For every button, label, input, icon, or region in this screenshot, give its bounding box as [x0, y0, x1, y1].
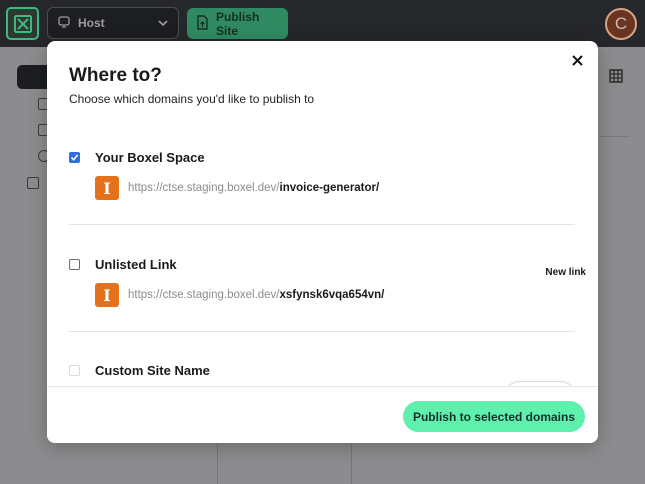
new-link-button[interactable]: New link: [545, 267, 586, 278]
user-avatar[interactable]: C: [605, 8, 637, 40]
url-base: https://ctse.staging.boxel.dev/: [128, 289, 280, 301]
sidebar-copy-icon: [27, 177, 39, 189]
close-icon: [571, 53, 583, 71]
option-custom-site-name: Custom Site Name: [69, 362, 575, 378]
custom-site-checkbox[interactable]: [69, 364, 80, 376]
modal-title: Where to?: [69, 65, 162, 86]
unlisted-link-label: Unlisted Link: [95, 256, 177, 272]
close-button[interactable]: [568, 53, 586, 71]
publish-modal: Where to? Choose which domains you'd lik…: [47, 41, 598, 443]
url-path: xsfynsk6vqa654vn/: [279, 289, 385, 301]
unlisted-link-url: https://ctse.staging.boxel.dev/xsfynsk6v…: [128, 289, 384, 301]
icon-letter: I: [103, 285, 111, 305]
boxel-space-url: https://ctse.staging.boxel.dev/invoice-g…: [128, 182, 379, 194]
modal-subtitle: Choose which domains you'd like to publi…: [69, 92, 315, 106]
publish-selected-button[interactable]: Publish to selected domains: [403, 401, 585, 432]
host-select-label: Host: [78, 16, 105, 30]
publish-site-label: Publish Site: [216, 9, 260, 38]
custom-site-label: Custom Site Name: [95, 362, 210, 378]
column-divider: [217, 443, 218, 484]
chevron-down-icon: [158, 16, 168, 30]
avatar-initial: C: [614, 14, 628, 33]
domain-options-list[interactable]: Your Boxel Space I https://ctse.staging.…: [47, 131, 598, 386]
icon-letter: I: [103, 178, 111, 198]
invoice-app-icon: I: [95, 283, 119, 307]
top-bar: Host Publish Site C: [0, 0, 645, 47]
option-divider: [69, 331, 575, 332]
invoice-app-icon: I: [95, 176, 119, 200]
host-icon: [58, 15, 70, 31]
unlisted-link-checkbox[interactable]: [69, 258, 80, 270]
modal-footer: Publish to selected domains: [47, 386, 598, 443]
option-divider: [69, 224, 575, 225]
divider: [600, 136, 630, 137]
publish-site-button[interactable]: Publish Site: [187, 8, 288, 39]
option-unlisted-link: Unlisted Link I https://ctse.staging.box…: [69, 256, 575, 307]
url-base: https://ctse.staging.boxel.dev/: [128, 182, 280, 194]
boxel-space-label: Your Boxel Space: [95, 149, 205, 165]
option-boxel-space: Your Boxel Space I https://ctse.staging.…: [69, 149, 575, 200]
host-select[interactable]: Host: [47, 7, 179, 39]
grid-view-icon: [609, 69, 623, 83]
boxel-space-checkbox[interactable]: [69, 151, 80, 163]
boxel-logo-icon[interactable]: [6, 7, 39, 40]
publish-file-icon: [196, 14, 209, 33]
url-path: invoice-generator/: [279, 182, 380, 194]
column-divider: [351, 443, 352, 484]
